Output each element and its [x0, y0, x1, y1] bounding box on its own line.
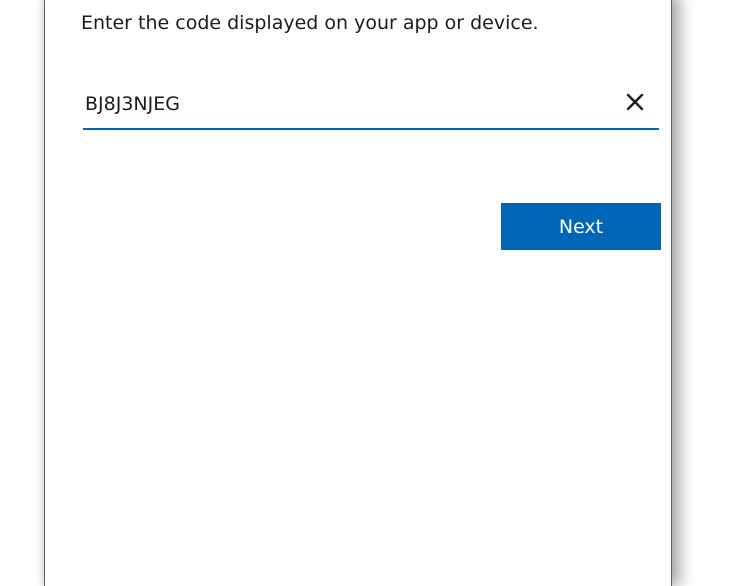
close-icon [626, 93, 644, 111]
device-code-dialog: Enter the code displayed on your app or … [44, 0, 672, 586]
code-prompt: Enter the code displayed on your app or … [81, 12, 539, 34]
code-field [83, 84, 659, 130]
next-button[interactable]: Next [501, 203, 661, 250]
clear-button[interactable] [619, 86, 651, 118]
code-input[interactable] [83, 88, 605, 120]
